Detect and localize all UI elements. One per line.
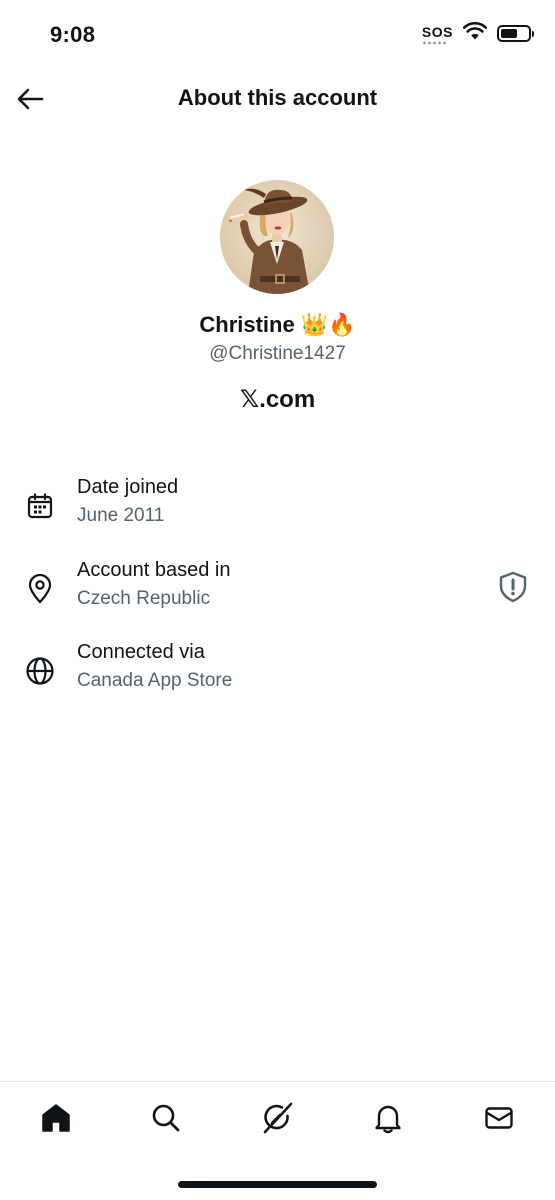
username-handle: @Christine1427 (209, 343, 346, 364)
header: About this account (0, 75, 555, 123)
home-icon (42, 1104, 70, 1132)
wifi-icon (462, 21, 488, 45)
sos-indicator: SOS (421, 23, 453, 45)
info-label: Date joined (77, 476, 179, 498)
grok-icon (263, 1102, 293, 1134)
info-row-date-joined: Date joined June 2011 (0, 476, 555, 546)
info-label: Account based in (77, 559, 231, 581)
bottom-tab-bar (0, 1081, 555, 1200)
tab-messages[interactable] (477, 1096, 521, 1140)
battery-level (501, 29, 517, 38)
tab-notifications[interactable] (366, 1096, 410, 1140)
sos-label: SOS (421, 23, 453, 40)
profile-avatar[interactable] (220, 180, 334, 294)
status-indicators: SOS (421, 21, 534, 45)
tab-grok[interactable] (255, 1096, 299, 1140)
platform-suffix: .com (259, 386, 316, 413)
shield-alert-icon[interactable] (498, 571, 530, 605)
page-title: About this account (177, 85, 378, 110)
info-value: Czech Republic (77, 588, 211, 609)
display-name: Christine 👑🔥 (199, 312, 356, 337)
info-value: June 2011 (77, 505, 165, 526)
location-pin-icon (24, 573, 56, 605)
status-time: 9:08 (50, 22, 96, 47)
notifications-bell-icon (375, 1105, 401, 1134)
search-icon (152, 1104, 180, 1132)
home-indicator[interactable] (178, 1181, 377, 1188)
battery-cap (532, 31, 534, 37)
info-row-account-based-in: Account based in Czech Republic (0, 559, 555, 629)
info-label: Connected via (77, 641, 205, 663)
avatar-illustration (220, 180, 334, 294)
info-row-connected-via: Connected via Canada App Store (0, 641, 555, 711)
tab-home[interactable] (34, 1096, 78, 1140)
battery-icon (497, 25, 534, 42)
signal-dots (421, 40, 448, 45)
x-logo-icon: 𝕏 (239, 385, 260, 413)
globe-icon (24, 655, 56, 687)
calendar-icon (24, 490, 56, 522)
status-bar: 9:08 SOS (0, 0, 555, 70)
messages-envelope-icon (485, 1107, 513, 1129)
info-value: Canada App Store (77, 670, 233, 691)
tab-search[interactable] (144, 1096, 188, 1140)
platform-label: 𝕏.com (0, 385, 555, 414)
